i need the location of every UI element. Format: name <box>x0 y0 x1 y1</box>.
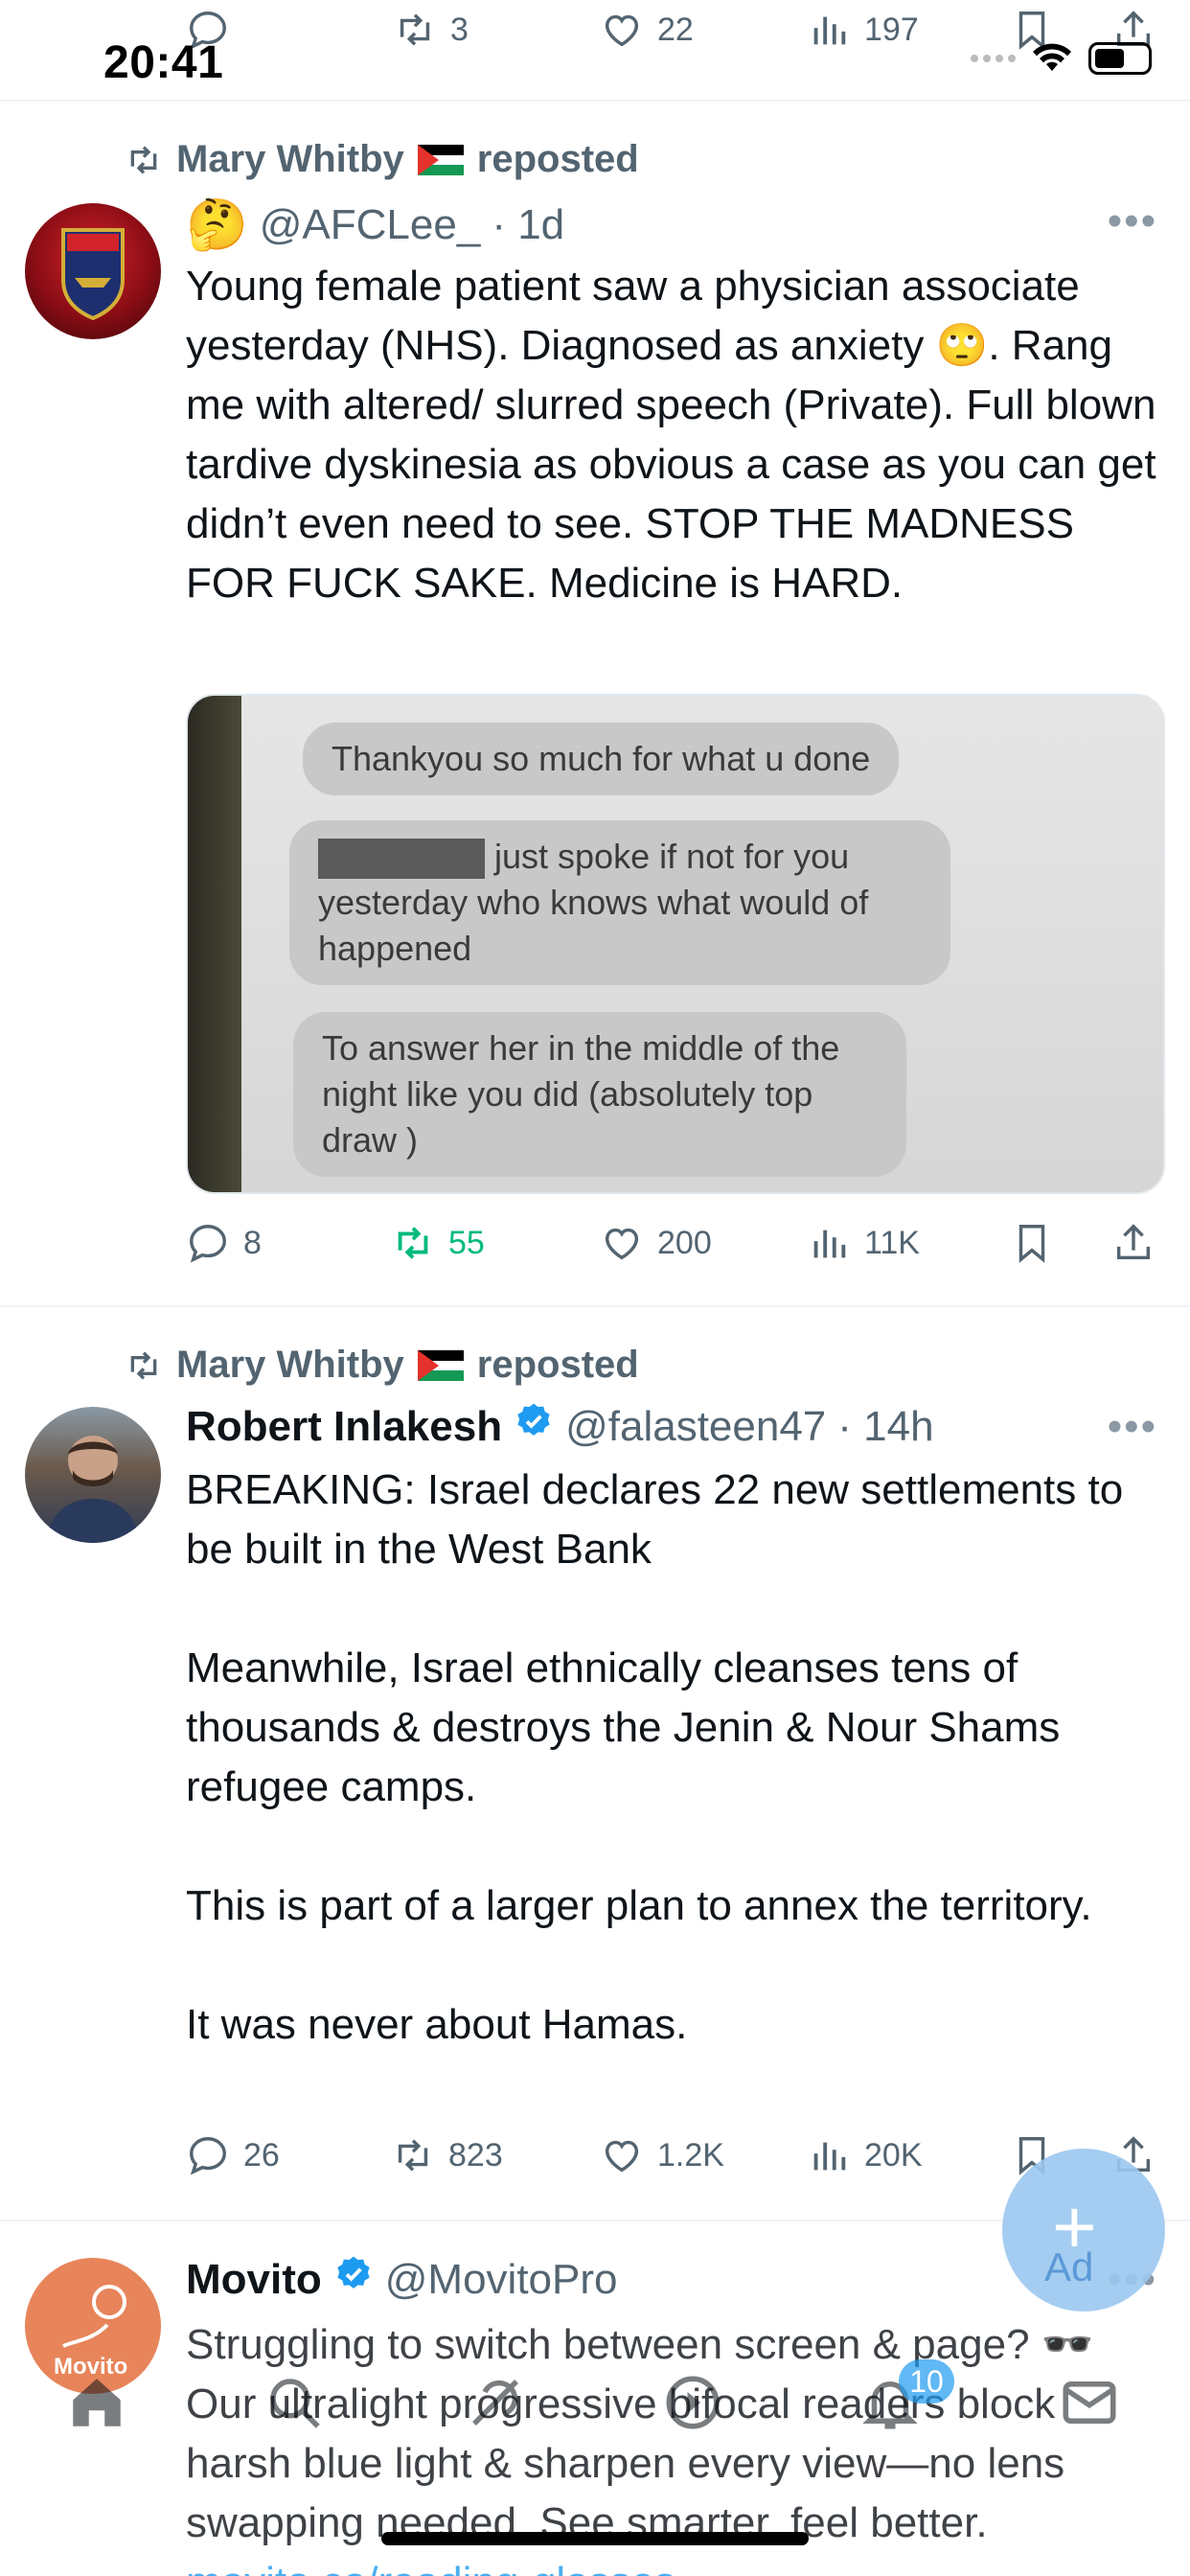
post-header: Movito @MovitoPro <box>186 2254 618 2305</box>
signal-icon <box>971 54 1016 62</box>
palestine-flag-icon <box>417 144 464 175</box>
nav-search[interactable] <box>263 2371 326 2439</box>
display-name[interactable]: Movito <box>186 2256 322 2304</box>
avatar-robert-inlakesh[interactable] <box>25 1407 161 1543</box>
heart-icon <box>605 2140 639 2173</box>
reply-count: 8 <box>243 1224 262 1261</box>
repost-icon <box>400 13 430 46</box>
repost-icon <box>398 1227 428 1259</box>
post-text: BREAKING: Israel declares 22 new settlem… <box>186 1466 1124 2048</box>
repost-indicator: Mary Whitby reposted <box>125 138 639 181</box>
more-options-icon[interactable]: ••• <box>1108 1403 1157 1451</box>
reply-icon <box>190 2137 226 2175</box>
reply-icon <box>190 1225 226 1263</box>
verified-badge-icon <box>333 2254 374 2305</box>
like-count: 200 <box>657 1224 712 1261</box>
post-actions: 8 55 200 11K <box>186 1221 1163 1278</box>
like-count: 22 <box>657 11 694 48</box>
post-header: 🤔 @AFCLee_ · 1d <box>186 196 564 254</box>
post-time[interactable]: · 14h <box>837 1403 933 1451</box>
post-falasteen47[interactable]: Mary Whitby reposted Robert Inlakesh @fa… <box>0 1307 1190 2221</box>
message-bubble-1: Thankyou so much for what u done <box>303 723 900 795</box>
repost-count: 823 <box>448 2136 503 2174</box>
status-time: 20:41 <box>103 37 224 88</box>
like-button[interactable]: 22 <box>600 8 694 52</box>
system-icons <box>971 38 1152 78</box>
ad-label: Ad <box>1044 2244 1094 2289</box>
display-name[interactable]: Robert Inlakesh <box>186 1403 502 1451</box>
share-button[interactable] <box>1111 1221 1156 1265</box>
post-media-image[interactable]: Thankyou so much for what u done just sp… <box>186 694 1165 1194</box>
search-icon <box>270 2379 320 2428</box>
repost-count: 55 <box>448 1224 485 1261</box>
like-button[interactable]: 1.2K <box>600 2133 724 2177</box>
verified-badge-icon <box>514 1401 554 1452</box>
person-avatar-icon <box>46 1436 140 1543</box>
view-count: 197 <box>864 11 919 48</box>
more-options-icon[interactable]: ••• <box>1108 197 1157 245</box>
reply-button[interactable]: 8 <box>186 1221 262 1265</box>
repost-icon <box>130 1350 157 1380</box>
repost-indicator: Mary Whitby reposted <box>125 1344 639 1387</box>
repost-icon <box>130 145 157 174</box>
repost-icon <box>398 2139 428 2172</box>
nav-home[interactable] <box>65 2371 128 2439</box>
heart-icon <box>605 14 639 47</box>
notifications-badge: 10 <box>899 2359 954 2404</box>
post-handle[interactable]: @MovitoPro <box>385 2256 618 2304</box>
message-bubble-3: To answer her in the middle of the night… <box>293 1012 906 1177</box>
mail-icon <box>1063 2381 1116 2424</box>
share-icon <box>1116 1224 1151 1260</box>
redacted-name <box>318 839 485 880</box>
nav-messages[interactable] <box>1058 2371 1121 2439</box>
battery-icon <box>1088 41 1152 75</box>
views-icon <box>813 1230 846 1258</box>
bottom-nav <box>0 2323 1190 2476</box>
status-bar: 3 22 197 20:41 <box>0 0 1190 102</box>
phone-edge <box>188 696 241 1192</box>
grok-icon <box>472 2380 518 2426</box>
nav-communities[interactable] <box>661 2371 724 2439</box>
like-count: 1.2K <box>657 2136 724 2174</box>
views-button[interactable]: 197 <box>807 8 919 52</box>
heart-icon <box>605 1228 639 1260</box>
reposter-name[interactable]: Mary Whitby <box>176 1344 404 1387</box>
post-header: Robert Inlakesh @falasteen47 · 14h <box>186 1401 934 1452</box>
wifi-icon <box>1029 38 1075 78</box>
views-icon <box>813 16 846 45</box>
post-time[interactable]: · 1d <box>492 201 564 249</box>
post-text: Young female patient saw a physician ass… <box>186 263 1168 607</box>
like-button[interactable]: 200 <box>600 1221 712 1265</box>
view-count: 11K <box>864 1224 920 1261</box>
repost-count: 3 <box>450 11 469 48</box>
views-icon <box>813 2142 846 2171</box>
compose-fab-button[interactable]: + Ad <box>1002 2149 1165 2312</box>
reposted-label: reposted <box>476 138 639 180</box>
bookmark-button[interactable] <box>1010 1221 1054 1265</box>
post-handle[interactable]: @AFCLee_ <box>260 201 481 249</box>
view-count: 20K <box>864 2136 923 2174</box>
views-button[interactable]: 20K <box>807 2133 923 2177</box>
bookmark-icon <box>1018 1225 1045 1263</box>
views-button[interactable]: 11K <box>807 1221 920 1265</box>
post-afclee[interactable]: Mary Whitby reposted 🤔 @AFCLee_ · 1d •••… <box>0 102 1190 1307</box>
avatar-afclee[interactable] <box>25 203 161 339</box>
reply-count: 26 <box>243 2136 280 2174</box>
reposter-name[interactable]: Mary Whitby <box>176 138 404 181</box>
palestine-flag-icon <box>417 1349 464 1381</box>
nav-grok[interactable] <box>464 2371 527 2439</box>
message-bubble-2: just spoke if not for you yesterday who … <box>289 820 950 985</box>
reposted-label: reposted <box>476 1344 639 1386</box>
home-icon <box>73 2379 121 2426</box>
ad-link[interactable]: movito.co/reading-glasses <box>186 2559 675 2576</box>
thinking-face-display-name[interactable]: 🤔 <box>186 196 248 254</box>
repost-button[interactable]: 3 <box>393 8 469 52</box>
post-handle[interactable]: @falasteen47 <box>565 1403 826 1451</box>
home-indicator[interactable] <box>381 2532 809 2545</box>
communities-icon <box>666 2376 720 2429</box>
arsenal-crest-icon <box>61 228 125 321</box>
reply-button[interactable]: 26 <box>186 2133 280 2177</box>
repost-button[interactable]: 55 <box>391 1221 485 1265</box>
repost-button[interactable]: 823 <box>391 2133 503 2177</box>
